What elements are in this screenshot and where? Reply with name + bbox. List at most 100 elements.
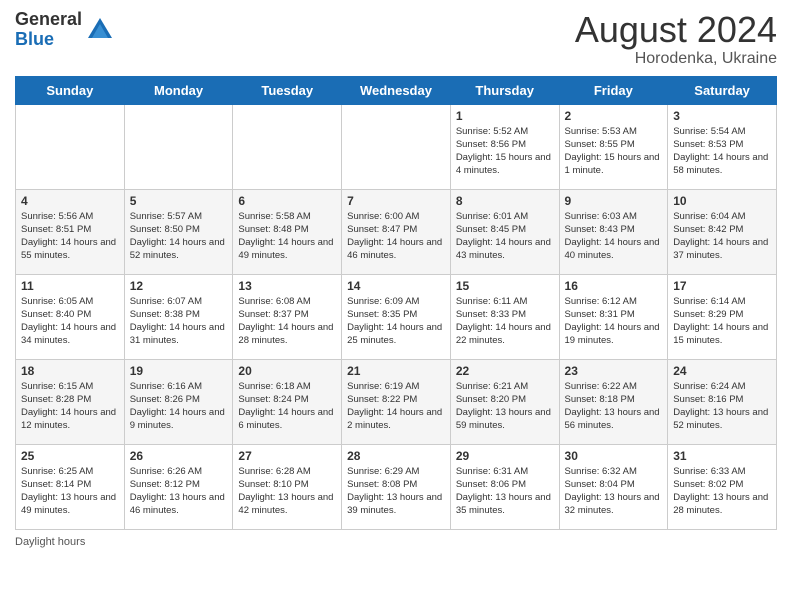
day-info: Sunrise: 6:31 AM Sunset: 8:06 PM Dayligh… <box>456 465 554 518</box>
calendar-cell: 9Sunrise: 6:03 AM Sunset: 8:43 PM Daylig… <box>559 189 668 274</box>
day-number: 21 <box>347 364 445 378</box>
logo-general: General <box>15 10 82 30</box>
calendar-cell: 6 Sunrise: 5:58 AM Sunset: 8:48 PM Daylig… <box>233 189 342 274</box>
day-info: Sunrise: 6:04 AM Sunset: 8:42 PM Dayligh… <box>673 210 771 263</box>
calendar-cell: 17Sunrise: 6:14 AM Sunset: 8:29 PM Dayli… <box>668 274 777 359</box>
calendar-week-row: 25 Sunrise: 6:25 AM Sunset: 8:14 PM Dayli… <box>16 444 777 529</box>
calendar-cell: 25 Sunrise: 6:25 AM Sunset: 8:14 PM Dayli… <box>16 444 125 529</box>
day-info: Sunrise: 6:03 AM Sunset: 8:43 PM Dayligh… <box>565 210 663 263</box>
calendar-day-header: Thursday <box>450 76 559 104</box>
logo: General Blue <box>15 10 114 50</box>
calendar-week-row: 18Sunrise: 6:15 AM Sunset: 8:28 PM Dayli… <box>16 359 777 444</box>
calendar-cell: 3 Sunrise: 5:54 AM Sunset: 8:53 PM Daylig… <box>668 104 777 189</box>
day-info: Sunrise: 5:54 AM Sunset: 8:53 PM Dayligh… <box>673 125 771 178</box>
day-number: 2 <box>565 109 663 123</box>
calendar-cell: 10Sunrise: 6:04 AM Sunset: 8:42 PM Dayli… <box>668 189 777 274</box>
calendar-cell: 11 Sunrise: 6:05 AM Sunset: 8:40 PM Dayli… <box>16 274 125 359</box>
calendar-cell: 2 Sunrise: 5:53 AM Sunset: 8:55 PM Daylig… <box>559 104 668 189</box>
day-info: Sunrise: 5:56 AM Sunset: 8:51 PM Dayligh… <box>21 210 119 263</box>
day-info: Sunrise: 6:14 AM Sunset: 8:29 PM Dayligh… <box>673 295 771 348</box>
day-number: 29 <box>456 449 554 463</box>
day-number: 25 <box>21 449 119 463</box>
day-number: 15 <box>456 279 554 293</box>
day-number: 7 <box>347 194 445 208</box>
calendar-cell: 16Sunrise: 6:12 AM Sunset: 8:31 PM Dayli… <box>559 274 668 359</box>
day-info: Sunrise: 6:19 AM Sunset: 8:22 PM Dayligh… <box>347 380 445 433</box>
day-number: 1 <box>456 109 554 123</box>
logo-blue: Blue <box>15 30 82 50</box>
logo-icon <box>86 16 114 44</box>
calendar-week-row: 11 Sunrise: 6:05 AM Sunset: 8:40 PM Dayli… <box>16 274 777 359</box>
day-number: 22 <box>456 364 554 378</box>
day-info: Sunrise: 6:11 AM Sunset: 8:33 PM Dayligh… <box>456 295 554 348</box>
day-info: Sunrise: 6:24 AM Sunset: 8:16 PM Dayligh… <box>673 380 771 433</box>
calendar-day-header: Wednesday <box>342 76 451 104</box>
day-number: 27 <box>238 449 336 463</box>
calendar-cell <box>233 104 342 189</box>
day-info: Sunrise: 6:33 AM Sunset: 8:02 PM Dayligh… <box>673 465 771 518</box>
day-number: 16 <box>565 279 663 293</box>
day-number: 14 <box>347 279 445 293</box>
calendar-cell: 27 Sunrise: 6:28 AM Sunset: 8:10 PM Dayli… <box>233 444 342 529</box>
day-info: Sunrise: 6:09 AM Sunset: 8:35 PM Dayligh… <box>347 295 445 348</box>
calendar-day-header: Saturday <box>668 76 777 104</box>
day-info: Sunrise: 5:58 AM Sunset: 8:48 PM Dayligh… <box>238 210 336 263</box>
day-number: 28 <box>347 449 445 463</box>
day-info: Sunrise: 6:26 AM Sunset: 8:12 PM Dayligh… <box>130 465 228 518</box>
day-info: Sunrise: 5:52 AM Sunset: 8:56 PM Dayligh… <box>456 125 554 178</box>
day-number: 6 <box>238 194 336 208</box>
day-info: Sunrise: 6:25 AM Sunset: 8:14 PM Dayligh… <box>21 465 119 518</box>
day-number: 23 <box>565 364 663 378</box>
day-number: 3 <box>673 109 771 123</box>
day-info: Sunrise: 6:32 AM Sunset: 8:04 PM Dayligh… <box>565 465 663 518</box>
calendar-cell: 1 Sunrise: 5:52 AM Sunset: 8:56 PM Daylig… <box>450 104 559 189</box>
calendar-day-header: Sunday <box>16 76 125 104</box>
day-info: Sunrise: 6:16 AM Sunset: 8:26 PM Dayligh… <box>130 380 228 433</box>
calendar-cell <box>16 104 125 189</box>
day-info: Sunrise: 6:28 AM Sunset: 8:10 PM Dayligh… <box>238 465 336 518</box>
day-number: 11 <box>21 279 119 293</box>
calendar-cell: 20 Sunrise: 6:18 AM Sunset: 8:24 PM Dayli… <box>233 359 342 444</box>
calendar-cell: 8 Sunrise: 6:01 AM Sunset: 8:45 PM Daylig… <box>450 189 559 274</box>
logo-text: General Blue <box>15 10 82 50</box>
calendar-week-row: 1 Sunrise: 5:52 AM Sunset: 8:56 PM Daylig… <box>16 104 777 189</box>
day-number: 30 <box>565 449 663 463</box>
day-info: Sunrise: 6:05 AM Sunset: 8:40 PM Dayligh… <box>21 295 119 348</box>
calendar-day-header: Tuesday <box>233 76 342 104</box>
day-info: Sunrise: 6:15 AM Sunset: 8:28 PM Dayligh… <box>21 380 119 433</box>
day-number: 20 <box>238 364 336 378</box>
header: General Blue August 2024 Horodenka, Ukra… <box>15 10 777 68</box>
calendar-cell: 14 Sunrise: 6:09 AM Sunset: 8:35 PM Dayli… <box>342 274 451 359</box>
day-number: 13 <box>238 279 336 293</box>
day-number: 26 <box>130 449 228 463</box>
day-info: Sunrise: 5:53 AM Sunset: 8:55 PM Dayligh… <box>565 125 663 178</box>
day-info: Sunrise: 6:29 AM Sunset: 8:08 PM Dayligh… <box>347 465 445 518</box>
day-number: 24 <box>673 364 771 378</box>
calendar-week-row: 4 Sunrise: 5:56 AM Sunset: 8:51 PM Daylig… <box>16 189 777 274</box>
calendar-cell: 5 Sunrise: 5:57 AM Sunset: 8:50 PM Daylig… <box>124 189 233 274</box>
day-number: 4 <box>21 194 119 208</box>
calendar-cell: 13Sunrise: 6:08 AM Sunset: 8:37 PM Dayli… <box>233 274 342 359</box>
day-info: Sunrise: 6:18 AM Sunset: 8:24 PM Dayligh… <box>238 380 336 433</box>
page: General Blue August 2024 Horodenka, Ukra… <box>0 0 792 612</box>
title-block: August 2024 Horodenka, Ukraine <box>575 10 777 68</box>
calendar-cell <box>342 104 451 189</box>
calendar-cell: 31Sunrise: 6:33 AM Sunset: 8:02 PM Dayli… <box>668 444 777 529</box>
day-info: Sunrise: 5:57 AM Sunset: 8:50 PM Dayligh… <box>130 210 228 263</box>
calendar-day-header: Friday <box>559 76 668 104</box>
calendar-cell: 24 Sunrise: 6:24 AM Sunset: 8:16 PM Dayli… <box>668 359 777 444</box>
day-number: 19 <box>130 364 228 378</box>
month-year: August 2024 <box>575 10 777 50</box>
calendar-cell: 18Sunrise: 6:15 AM Sunset: 8:28 PM Dayli… <box>16 359 125 444</box>
calendar-cell: 21 Sunrise: 6:19 AM Sunset: 8:22 PM Dayli… <box>342 359 451 444</box>
calendar-day-header: Monday <box>124 76 233 104</box>
daylight-label: Daylight hours <box>15 536 85 548</box>
day-number: 12 <box>130 279 228 293</box>
day-info: Sunrise: 6:00 AM Sunset: 8:47 PM Dayligh… <box>347 210 445 263</box>
day-number: 5 <box>130 194 228 208</box>
day-info: Sunrise: 6:01 AM Sunset: 8:45 PM Dayligh… <box>456 210 554 263</box>
calendar-cell: 15 Sunrise: 6:11 AM Sunset: 8:33 PM Dayli… <box>450 274 559 359</box>
calendar-cell: 12Sunrise: 6:07 AM Sunset: 8:38 PM Dayli… <box>124 274 233 359</box>
calendar-cell: 4 Sunrise: 5:56 AM Sunset: 8:51 PM Daylig… <box>16 189 125 274</box>
day-number: 8 <box>456 194 554 208</box>
